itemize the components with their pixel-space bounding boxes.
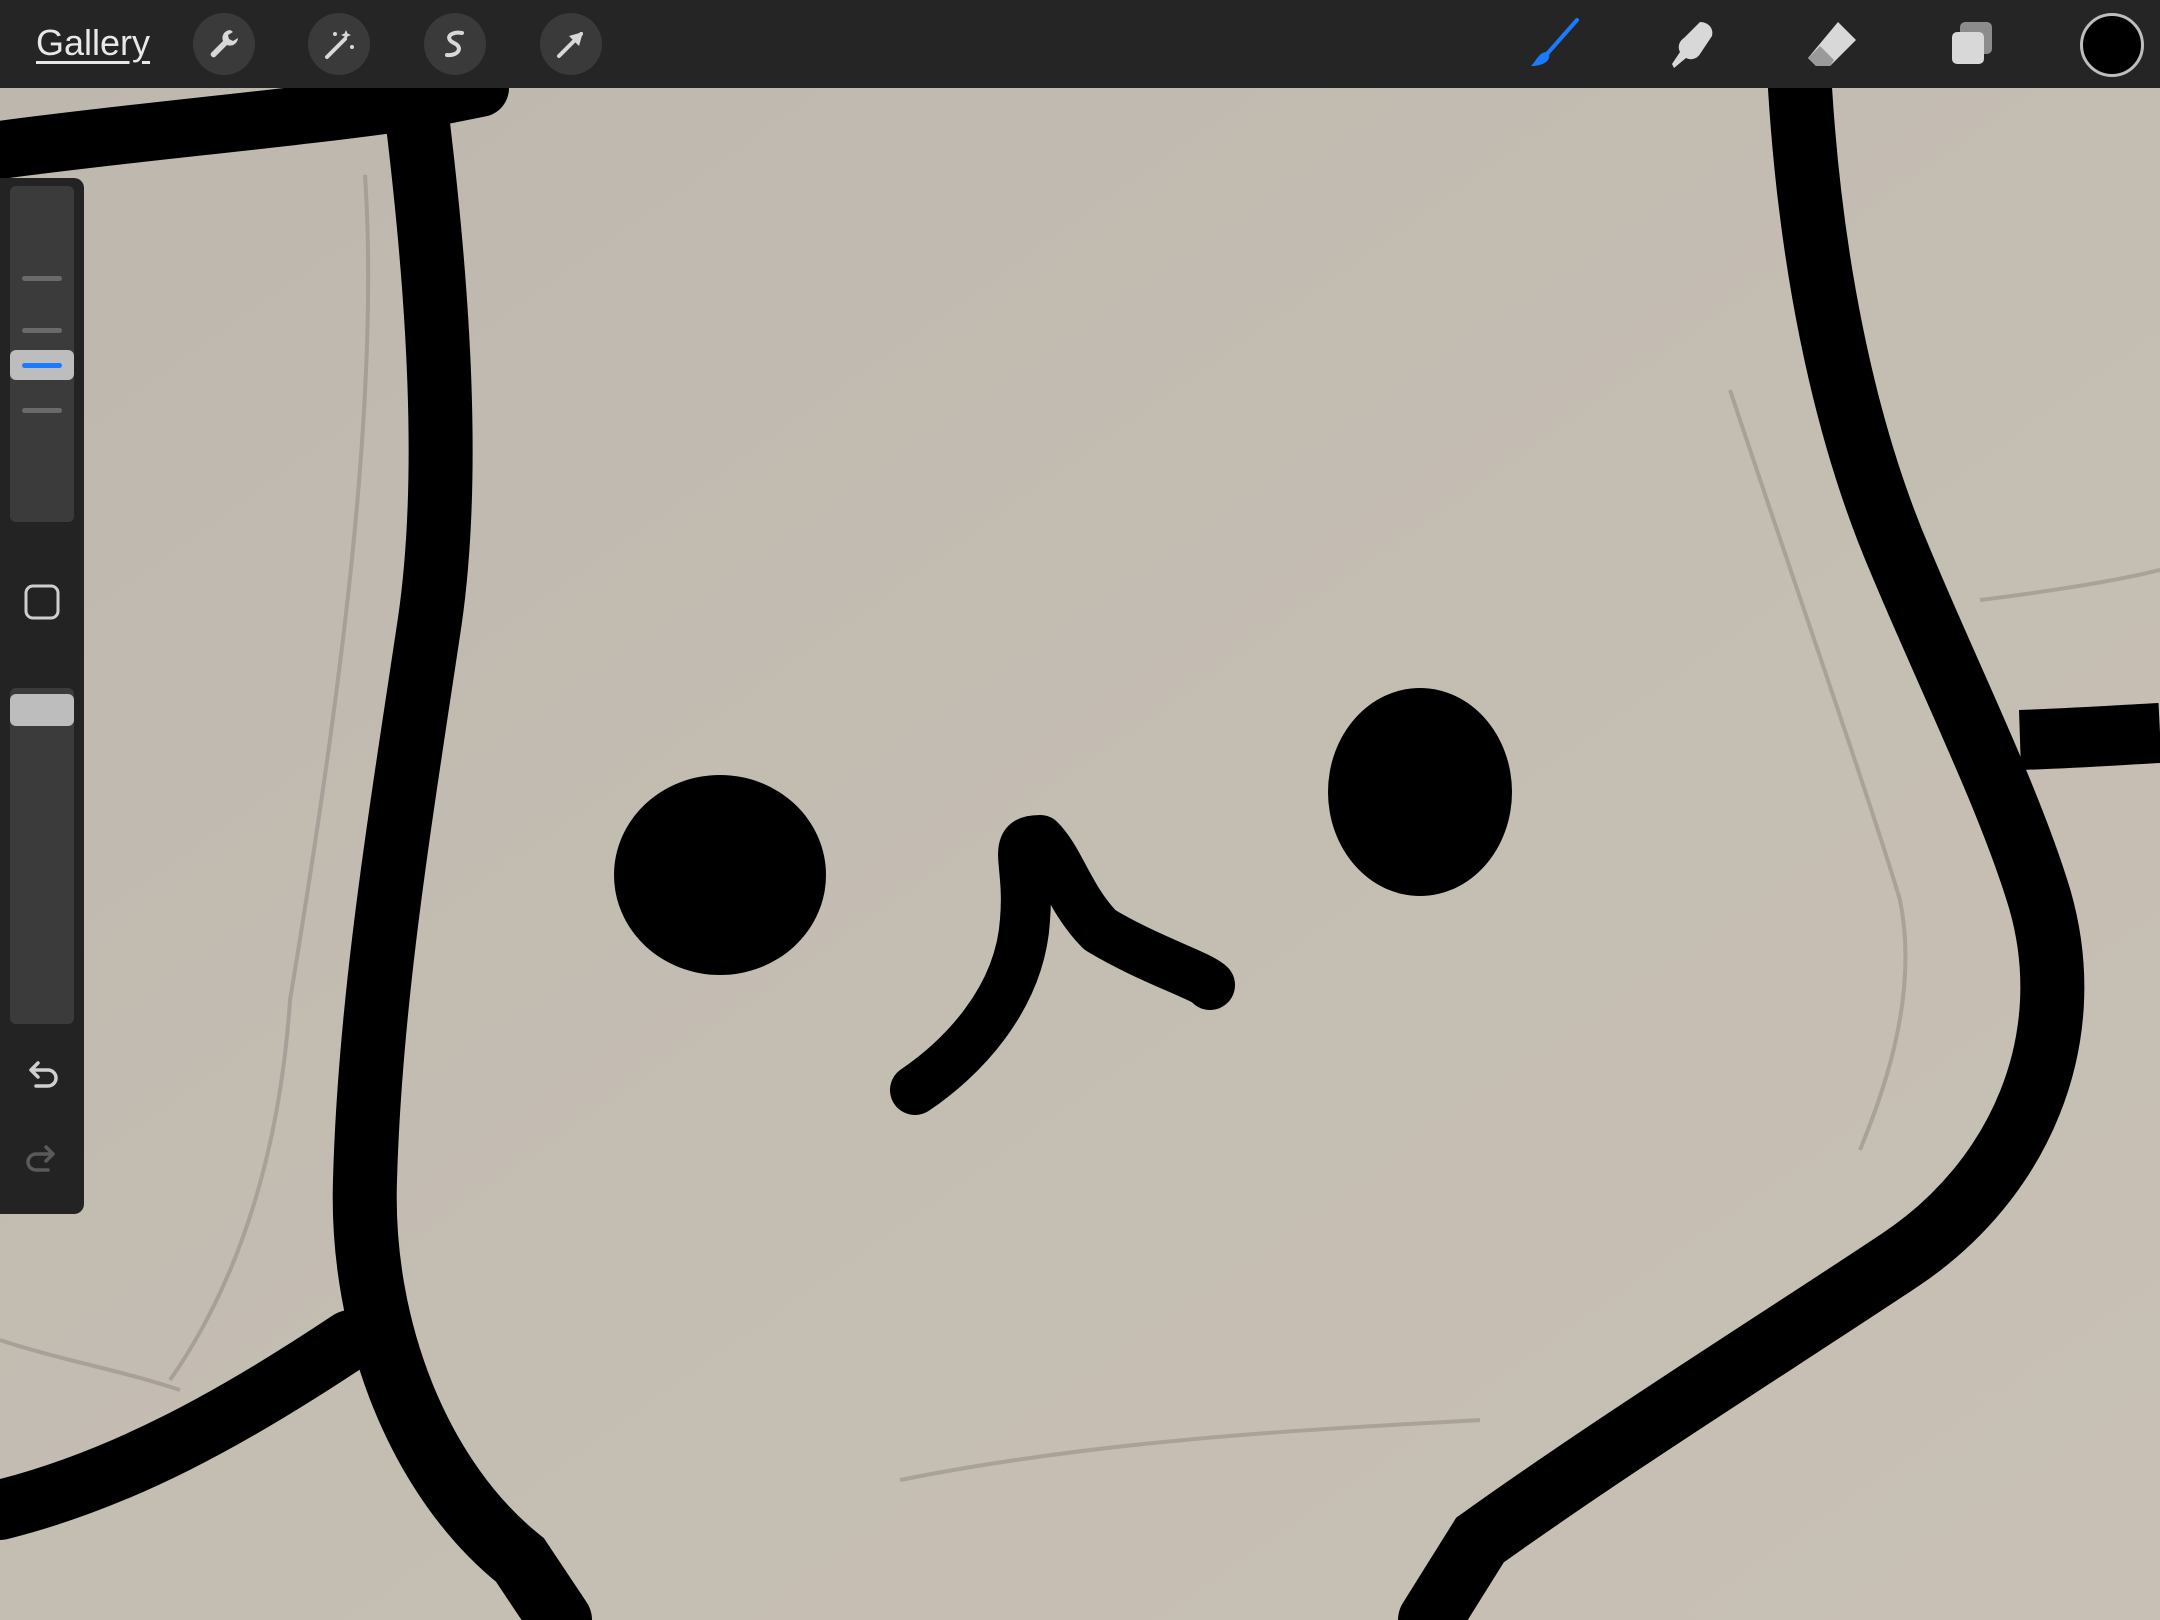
- eraser-icon: [1808, 22, 1856, 66]
- layers-icon: [1952, 22, 1992, 64]
- eraser-tool-button[interactable]: [1802, 14, 1862, 74]
- modify-button[interactable]: [22, 582, 62, 622]
- undo-button[interactable]: [22, 1056, 62, 1096]
- size-tick: [22, 408, 62, 413]
- gallery-button[interactable]: Gallery: [36, 22, 150, 64]
- smudge-tool-button[interactable]: [1662, 14, 1722, 74]
- paintbrush-icon: [1531, 18, 1579, 66]
- size-tick: [22, 328, 62, 333]
- selection-s-icon: [445, 30, 464, 58]
- brush-tool-button[interactable]: [1523, 14, 1583, 74]
- redo-button[interactable]: [22, 1140, 62, 1180]
- brush-size-handle[interactable]: [10, 350, 74, 380]
- layers-button[interactable]: [1942, 14, 2002, 74]
- actions-button[interactable]: [193, 13, 255, 75]
- wrench-icon: [210, 30, 238, 58]
- transform-button[interactable]: [540, 13, 602, 75]
- arrow-cursor-icon: [557, 32, 583, 58]
- smudge-finger-icon: [1672, 22, 1713, 68]
- magic-wand-icon: [325, 30, 354, 59]
- drawing-canvas[interactable]: [0, 88, 2160, 1620]
- size-tick: [22, 276, 62, 281]
- top-toolbar: Gallery: [0, 0, 2160, 88]
- color-picker-button[interactable]: [2080, 13, 2144, 77]
- brush-size-slider[interactable]: [10, 186, 74, 522]
- opacity-slider[interactable]: [10, 688, 74, 1024]
- selection-button[interactable]: [424, 13, 486, 75]
- adjustments-button[interactable]: [308, 13, 370, 75]
- left-eye: [614, 775, 826, 975]
- redo-icon: [26, 1145, 55, 1172]
- opacity-handle[interactable]: [10, 694, 74, 726]
- right-eye: [1328, 688, 1512, 896]
- left-sidebar: [0, 178, 84, 1214]
- undo-icon: [29, 1061, 58, 1088]
- right-neighbor-outline: [2018, 703, 2160, 770]
- modify-square-icon: [24, 584, 60, 620]
